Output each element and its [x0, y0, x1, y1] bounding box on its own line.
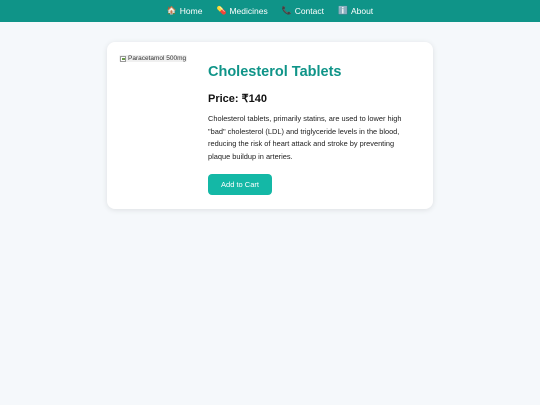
- product-image: Paracetamol 500mg: [119, 55, 188, 62]
- product-description: Cholesterol tablets, primarily statins, …: [208, 114, 402, 161]
- product-price: Price: ₹140: [208, 93, 267, 105]
- nav-medicines-label: Medicines: [229, 6, 268, 16]
- pill-icon: 💊: [216, 6, 227, 15]
- info-icon: ℹ️: [337, 6, 348, 15]
- home-icon: 🏠: [166, 6, 177, 15]
- nav-medicines-link[interactable]: 💊 Medicines: [216, 6, 267, 16]
- add-to-cart-button[interactable]: Add to Cart: [208, 174, 272, 195]
- top-navbar: 🏠 Home 💊 Medicines 📞 Contact ℹ️ About: [0, 0, 540, 22]
- nav-contact-link[interactable]: 📞 Contact: [282, 6, 324, 16]
- nav-about-link[interactable]: ℹ️ About: [338, 6, 373, 16]
- product-title: Cholesterol Tablets: [208, 64, 342, 80]
- phone-icon: 📞: [281, 6, 292, 15]
- nav-home-label: Home: [179, 6, 203, 16]
- nav-about-label: About: [350, 6, 374, 16]
- product-card: Paracetamol 500mg Cholesterol Tablets Pr…: [107, 42, 433, 209]
- nav-home-link[interactable]: 🏠 Home: [167, 6, 203, 16]
- broken-image-icon: [120, 55, 126, 62]
- product-image-alt-text: Paracetamol 500mg: [128, 55, 187, 62]
- nav-contact-label: Contact: [294, 6, 324, 16]
